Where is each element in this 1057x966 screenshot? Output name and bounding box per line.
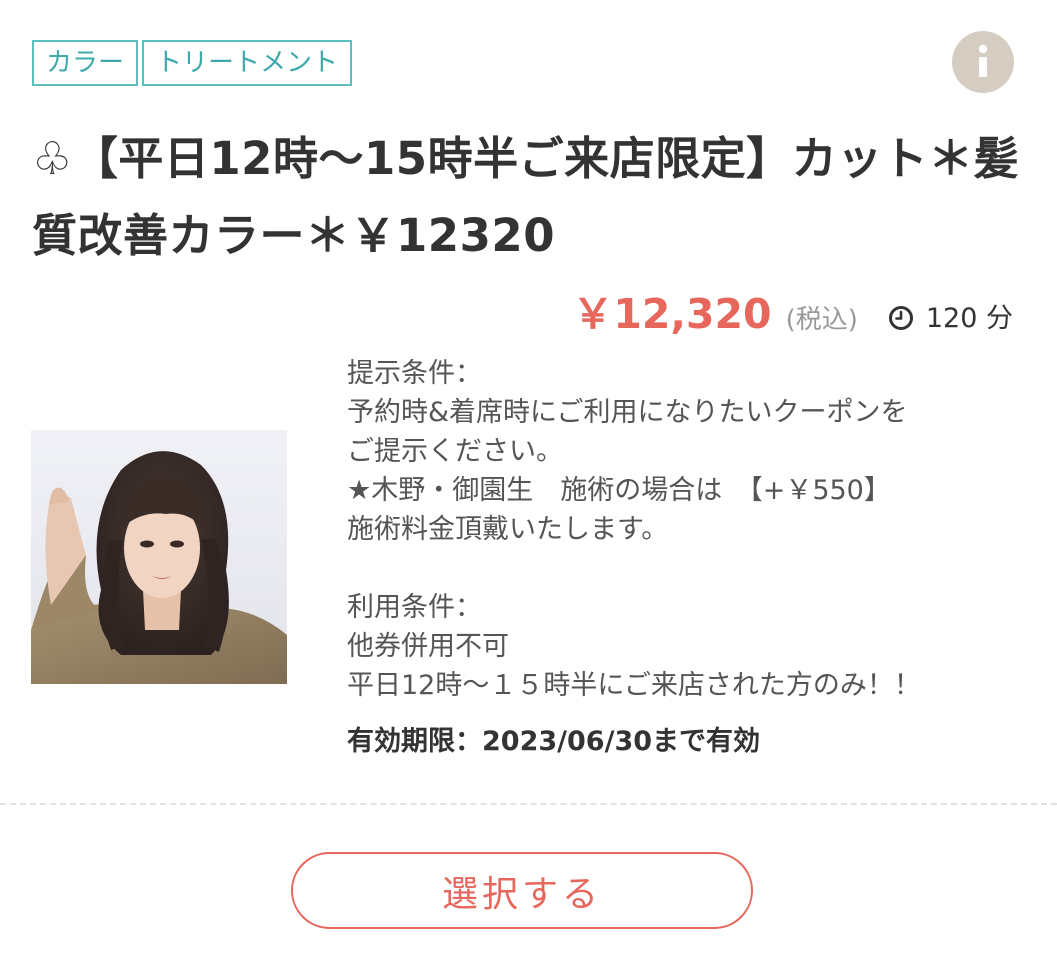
tag-color: カラー [32,40,139,86]
duration-text: 120 分 [925,302,1013,334]
price-row: ￥12,320 (税込) 120 分 [572,286,1013,342]
duration: 120 分 [888,296,1013,335]
tax-note: (税込) [785,305,858,335]
dashed-divider [0,803,1057,805]
coupon-description: 提示条件： 予約時&着席時にご利用になりたいクーポンを ご提示ください。 ★木野… [347,358,921,701]
coupon-photo [31,430,287,684]
tag-treatment: トリートメント [142,40,353,86]
info-icon [978,44,988,77]
coupon-title: ♧【平日12時〜15時半ご来店限定】カット＊髪質改善カラー＊￥12320 [32,132,1020,262]
select-button[interactable]: 選択する [291,852,753,929]
tag-list: カラー トリートメント [32,40,353,86]
price: ￥12,320 [572,290,772,338]
clock-icon [888,306,913,330]
info-button[interactable] [952,31,1014,93]
validity-period: 有効期限：2023/06/30まで有効 [347,726,761,757]
